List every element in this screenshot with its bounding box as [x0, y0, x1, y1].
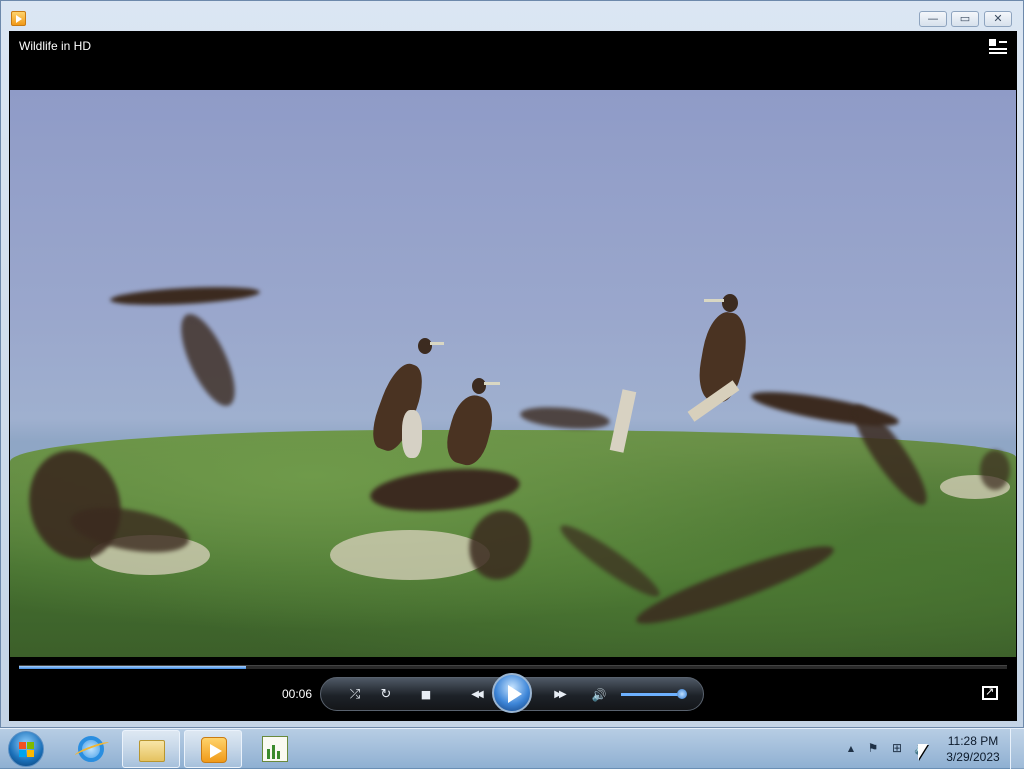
elapsed-time: 00:06 — [282, 687, 313, 701]
flying-bird — [980, 450, 1010, 490]
clock-time[interactable]: 11:28 PM — [940, 734, 1006, 748]
switch-to-library-icon[interactable] — [989, 39, 1007, 55]
bird-beak — [430, 342, 444, 345]
next-button[interactable]: ▶▶ — [544, 685, 574, 705]
flying-bird — [170, 307, 246, 413]
stop-button[interactable]: ■ — [416, 685, 436, 705]
playback-controls: 00:06 ⤮ ↻ ■ ◀◀ ▶▶ 🔊 — [9, 657, 1017, 721]
network-icon[interactable]: ⊞ — [890, 742, 904, 755]
folder-icon — [139, 740, 165, 762]
volume-level — [621, 693, 682, 696]
sand-patch — [330, 530, 490, 580]
maximize-button[interactable]: ▭ — [951, 11, 979, 27]
taskbar-windows-media-player[interactable] — [184, 730, 242, 768]
bird-head — [418, 338, 432, 354]
previous-button[interactable]: ◀◀ — [461, 685, 491, 705]
chart-document-icon — [262, 736, 288, 762]
media-player-icon — [201, 737, 227, 763]
media-player-window: — ▭ ✕ Wildlife in HD 00:06 ⤮ ↻ ■ ◀◀ ▶▶ 🔊… — [0, 0, 1024, 728]
taskbar-windows-explorer[interactable] — [122, 730, 180, 768]
show-hidden-icons-button[interactable]: ▲ — [844, 742, 858, 755]
windows-logo-part — [27, 742, 34, 749]
media-player-icon[interactable] — [11, 11, 26, 26]
fullscreen-button[interactable] — [982, 685, 998, 700]
shuffle-button[interactable]: ⤮ — [345, 685, 365, 705]
clock-date[interactable]: 3/29/2023 — [940, 750, 1006, 764]
title-bar[interactable]: — ▭ ✕ — [1, 1, 1023, 31]
windows-logo-part — [27, 750, 34, 757]
flying-bird — [519, 404, 611, 432]
bird-head — [722, 294, 738, 312]
seek-progress — [19, 666, 247, 669]
now-playing-area: Wildlife in HD 00:06 ⤮ ↻ ■ ◀◀ ▶▶ 🔊 ↗ — [9, 31, 1017, 721]
mouse-cursor — [918, 744, 928, 760]
bird-beak — [704, 299, 724, 302]
taskbar-task-app[interactable] — [246, 730, 304, 768]
action-center-flag-icon[interactable]: ⚑ — [866, 742, 880, 755]
video-title: Wildlife in HD — [19, 39, 92, 53]
notification-area: ▲ ⚑ ⊞ 🔈 11:28 PM 3/29/2023 — [840, 729, 1024, 769]
taskbar: ▲ ⚑ ⊞ 🔈 11:28 PM 3/29/2023 — [0, 728, 1024, 769]
video-frame[interactable] — [10, 90, 1016, 657]
play-button[interactable] — [492, 673, 532, 713]
transport-bar: ⤮ ↻ ■ ◀◀ ▶▶ 🔊 — [320, 673, 704, 713]
windows-logo — [19, 742, 26, 749]
show-desktop-button[interactable] — [1010, 729, 1024, 769]
internet-explorer-icon — [74, 736, 110, 762]
close-button[interactable]: ✕ — [984, 11, 1012, 27]
repeat-button[interactable]: ↻ — [376, 685, 396, 705]
bird-head — [472, 378, 486, 394]
bird-chest — [402, 410, 422, 458]
start-button[interactable] — [8, 731, 44, 767]
bird-beak — [484, 382, 500, 385]
volume-thumb[interactable] — [676, 689, 687, 699]
taskbar-internet-explorer[interactable] — [62, 730, 120, 768]
windows-logo-part — [19, 750, 26, 757]
flying-bird — [109, 284, 261, 308]
minimize-button[interactable]: — — [919, 11, 947, 27]
volume-slider[interactable] — [621, 689, 687, 699]
mute-button[interactable]: 🔊 — [589, 685, 609, 705]
seek-bar[interactable] — [19, 665, 1007, 669]
